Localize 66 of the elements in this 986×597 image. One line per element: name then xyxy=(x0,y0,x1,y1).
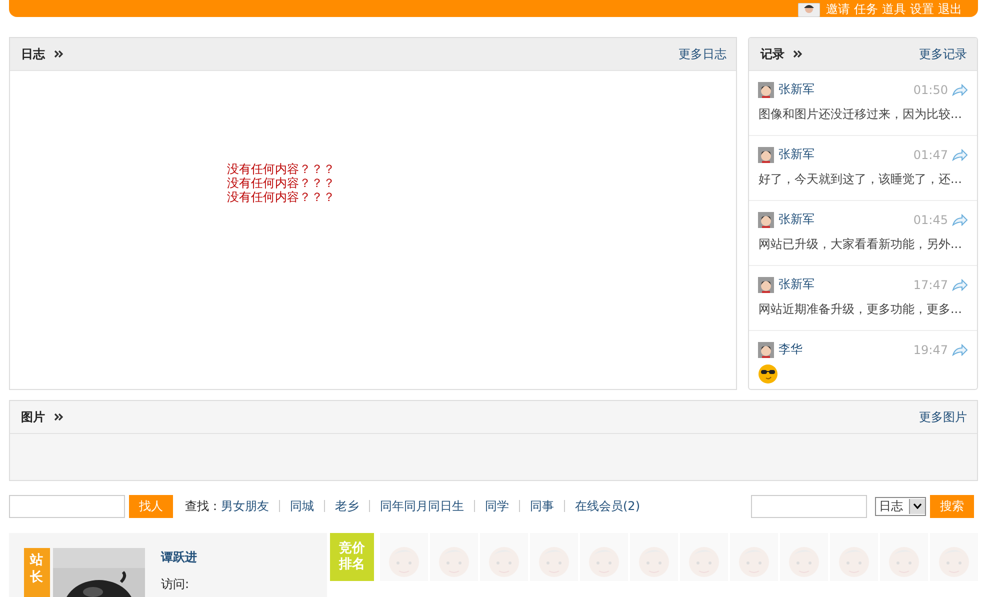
record-text: 好了，今天就到这了，该睡觉了，还... xyxy=(758,171,963,188)
record-text: 网站已升级，大家看看新功能，另外... xyxy=(758,236,963,253)
share-arrow-icon[interactable] xyxy=(952,84,968,96)
share-arrow-icon[interactable] xyxy=(952,148,968,160)
placeholder-avatar-icon xyxy=(739,544,769,577)
more-link[interactable]: 更多图片 xyxy=(919,408,967,426)
panel-title: 记录 xyxy=(760,46,784,62)
avatar-icon xyxy=(758,276,774,292)
avatar-icon[interactable] xyxy=(798,3,820,17)
placeholder-avatar-icon xyxy=(939,544,969,577)
placeholder-avatar-icon xyxy=(389,544,419,577)
filter-link[interactable]: 老乡 xyxy=(335,498,359,514)
filter-link[interactable]: 同年同月同日生 xyxy=(380,498,464,514)
record-text: 图像和图片还没迁移过来，因为比较... xyxy=(758,106,963,123)
filter-link[interactable]: 在线会员(2) xyxy=(575,498,640,514)
double-chevron-icon xyxy=(793,50,802,58)
category-select[interactable]: 日志 xyxy=(875,496,926,516)
double-chevron-icon xyxy=(54,50,63,58)
share-arrow-icon[interactable] xyxy=(952,214,968,226)
filter-link[interactable]: 同学 xyxy=(485,498,509,514)
find-label: 查找： xyxy=(185,498,221,514)
double-chevron-icon xyxy=(54,413,63,421)
avatar-icon xyxy=(758,212,774,228)
placeholder-avatar-icon xyxy=(689,544,719,577)
avatar-icon xyxy=(758,342,774,358)
placeholder-avatar-icon xyxy=(889,544,919,577)
user-name-link[interactable]: 李华 xyxy=(778,341,802,358)
record-text: 网站近期准备升级，更多功能，更多... xyxy=(758,301,963,318)
filter-link[interactable]: 同城 xyxy=(290,498,314,514)
placeholder-avatar-icon xyxy=(589,544,619,577)
visits-label: 访问: xyxy=(161,576,190,593)
avatar-icon xyxy=(758,82,774,98)
placeholder-avatar-icon xyxy=(639,544,669,577)
sunglasses-smiley-icon xyxy=(758,364,778,384)
record-time: 01:47 xyxy=(913,148,948,162)
bidding-tag: 竞价排名 xyxy=(330,533,374,581)
panel-title: 图片 xyxy=(21,408,45,426)
user-name-link[interactable]: 张新军 xyxy=(778,211,814,228)
caret-icon xyxy=(913,503,922,509)
find-people-field[interactable] xyxy=(9,494,125,518)
share-arrow-icon[interactable] xyxy=(952,278,968,290)
record-time: 01:45 xyxy=(913,212,948,226)
more-link[interactable]: 更多日志 xyxy=(678,46,726,62)
avatar-icon xyxy=(758,146,774,162)
empty-message: 没有任何内容？？？ xyxy=(227,162,335,176)
user-name-link[interactable]: 张新军 xyxy=(778,81,814,98)
filter-link[interactable]: 男女朋友 xyxy=(221,498,269,514)
user-name-link[interactable]: 张新军 xyxy=(778,276,814,293)
record-time: 17:47 xyxy=(913,278,948,292)
search-field[interactable] xyxy=(751,494,867,518)
empty-message: 没有任何内容？？？ xyxy=(227,176,335,190)
share-arrow-icon[interactable] xyxy=(952,344,968,356)
placeholder-avatar-icon xyxy=(789,544,819,577)
panel-title: 日志 xyxy=(21,46,45,62)
vertical-tag: 站长 xyxy=(24,548,50,597)
user-name-link[interactable]: 张新军 xyxy=(778,146,814,163)
placeholder-avatar-icon xyxy=(839,544,869,577)
filter-link[interactable]: 同事 xyxy=(530,498,554,514)
record-time: 19:47 xyxy=(913,342,948,356)
placeholder-avatar-icon xyxy=(539,544,569,577)
record-time: 01:50 xyxy=(913,82,948,96)
placeholder-avatar-icon xyxy=(439,544,469,577)
empty-message: 没有任何内容？？？ xyxy=(227,190,335,204)
placeholder-avatar-icon xyxy=(489,544,519,577)
member-name-link[interactable]: 谭跃进 xyxy=(161,549,197,566)
more-link[interactable]: 更多记录 xyxy=(919,46,967,62)
